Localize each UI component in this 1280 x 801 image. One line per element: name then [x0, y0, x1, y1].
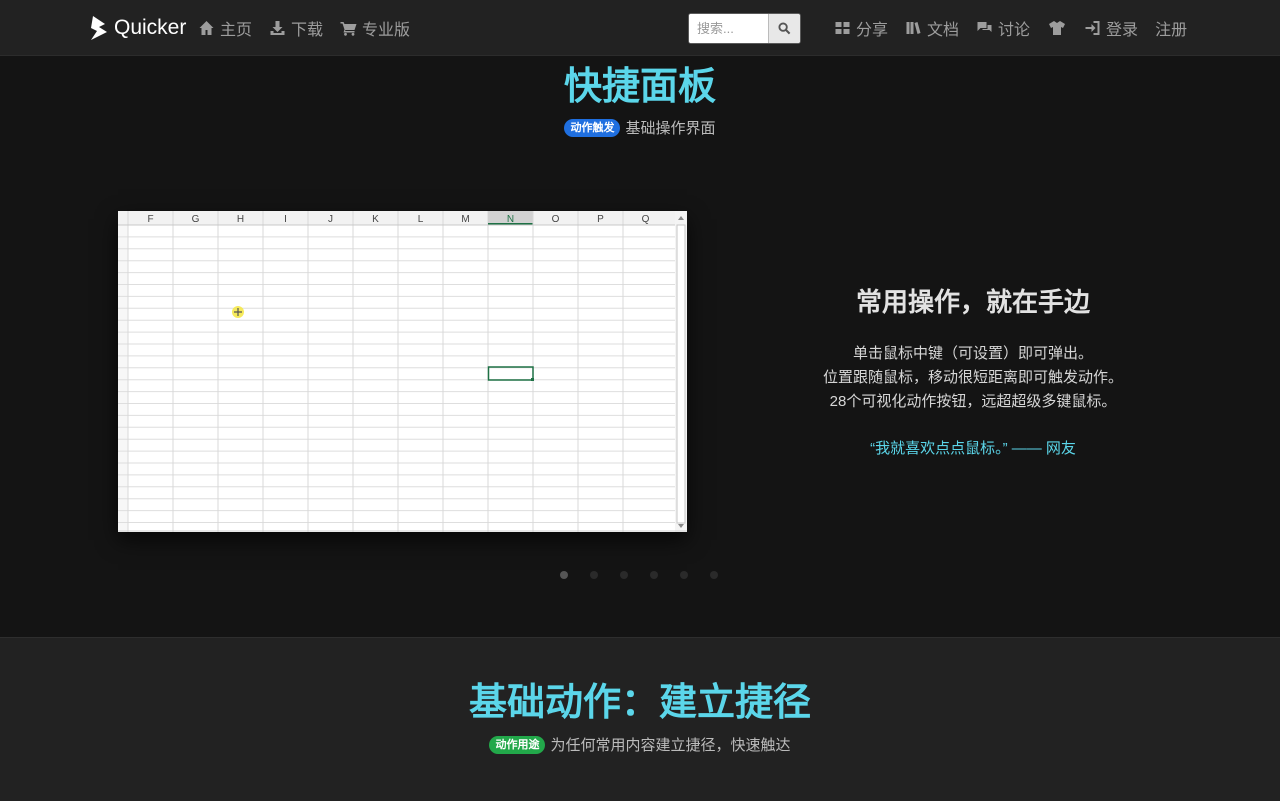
- nav-docs-label: 文档: [927, 21, 960, 39]
- usage-badge: 动作用途: [489, 735, 546, 754]
- carousel-dot[interactable]: [680, 571, 688, 579]
- basic-actions-section: 基础动作：建立捷径 动作用途 为任何常用内容建立捷径，快速触达: [0, 637, 1280, 801]
- section2-title: 基础动作：建立捷径: [468, 682, 811, 724]
- nav-register-label: 注册: [1155, 21, 1188, 39]
- section-title: 快捷面板: [563, 66, 716, 108]
- carousel-dot[interactable]: [560, 571, 568, 579]
- search-button[interactable]: [768, 14, 800, 43]
- section-subtitle-row: 动作触发 基础操作界面: [0, 117, 1280, 138]
- column-header-label: P: [597, 214, 604, 225]
- nav-docs[interactable]: 文档: [905, 16, 959, 40]
- feature-line: 单击鼠标中键（可设置）即可弹出。: [852, 345, 1093, 362]
- section2-subtitle: 为任何常用内容建立捷径，快速触达: [550, 737, 791, 754]
- nav-download-label: 下载: [291, 21, 324, 39]
- column-header-label: J: [328, 214, 333, 225]
- column-header-label: L: [418, 214, 424, 225]
- nav-home[interactable]: 主页: [198, 16, 252, 40]
- column-header-label: G: [192, 214, 200, 225]
- brand-name: Quicker: [114, 16, 187, 39]
- brand-logo[interactable]: Quicker: [88, 14, 186, 42]
- column-header-label: F: [147, 214, 153, 225]
- home-icon: [199, 20, 214, 35]
- column-header-label: H: [237, 214, 244, 225]
- spreadsheet-demo: F G H I J K L M N O P Q: [118, 211, 687, 532]
- user-quote: “我就喜欢点点鼠标。” —— 网友: [870, 440, 1076, 457]
- search-icon: [778, 22, 791, 35]
- row-header-strip: [118, 225, 128, 532]
- section-subtitle: 基础操作界面: [625, 120, 716, 137]
- feature-line: 28个可视化动作按钮，远超超级多键鼠标。: [829, 393, 1117, 410]
- nav-discuss-label: 讨论: [998, 21, 1031, 39]
- carousel-dot[interactable]: [650, 571, 658, 579]
- spreadsheet-grid: F G H I J K L M N O P Q: [118, 211, 687, 532]
- search-input[interactable]: [689, 14, 768, 43]
- cart-icon: [340, 21, 357, 36]
- column-header-label: Q: [642, 214, 650, 225]
- top-navbar: Quicker 主页 下载 专业版 分享 文档: [0, 0, 1280, 56]
- nav-pro-label: 专业版: [362, 21, 411, 39]
- carousel-indicators: [560, 571, 718, 579]
- column-header-label: M: [461, 214, 469, 225]
- scrollbar-track: [676, 224, 686, 524]
- grid-icon: [835, 21, 850, 34]
- books-icon: [906, 21, 921, 34]
- nav-register[interactable]: 注册: [1155, 16, 1187, 40]
- quick-panel-section: 快捷面板 动作触发 基础操作界面 FGHIJKLMNOPQ 常用操作，就在手边 …: [0, 56, 1280, 637]
- carousel-dot[interactable]: [590, 571, 598, 579]
- carousel-dot[interactable]: [710, 571, 718, 579]
- feature-description: 单击鼠标中键（可设置）即可弹出。 位置跟随鼠标，移动很短距离即可触发动作。 28…: [773, 342, 1173, 414]
- nav-home-label: 主页: [220, 21, 253, 39]
- nav-discuss[interactable]: 讨论: [976, 16, 1030, 40]
- lightning-logo-icon: [91, 16, 107, 40]
- nav-download[interactable]: 下载: [269, 16, 323, 40]
- trigger-badge: 动作触发: [564, 118, 621, 137]
- feature-title: 常用操作，就在手边: [855, 287, 1090, 317]
- column-header-label: N: [507, 214, 514, 225]
- nav-merch[interactable]: [1047, 20, 1067, 36]
- carousel-dot[interactable]: [620, 571, 628, 579]
- fill-handle: [531, 378, 534, 381]
- column-header-label: O: [552, 214, 560, 225]
- nav-share-label: 分享: [856, 21, 889, 39]
- nav-pro[interactable]: 专业版: [340, 16, 410, 40]
- nav-share[interactable]: 分享: [834, 16, 888, 40]
- search-box: [688, 13, 801, 44]
- feature-line: 位置跟随鼠标，移动很短距离即可触发动作。: [822, 369, 1123, 386]
- sign-in-icon: [1085, 20, 1100, 35]
- nav-login-label: 登录: [1106, 21, 1139, 39]
- selected-cell: [487, 366, 534, 381]
- tshirt-icon: [1049, 20, 1066, 35]
- column-header-label: K: [372, 214, 379, 225]
- section2-subtitle-row: 动作用途 为任何常用内容建立捷径，快速触达: [0, 734, 1280, 755]
- column-header-label: I: [284, 214, 287, 225]
- nav-login[interactable]: 登录: [1084, 16, 1138, 40]
- comments-icon: [977, 21, 992, 32]
- download-icon: [270, 20, 285, 35]
